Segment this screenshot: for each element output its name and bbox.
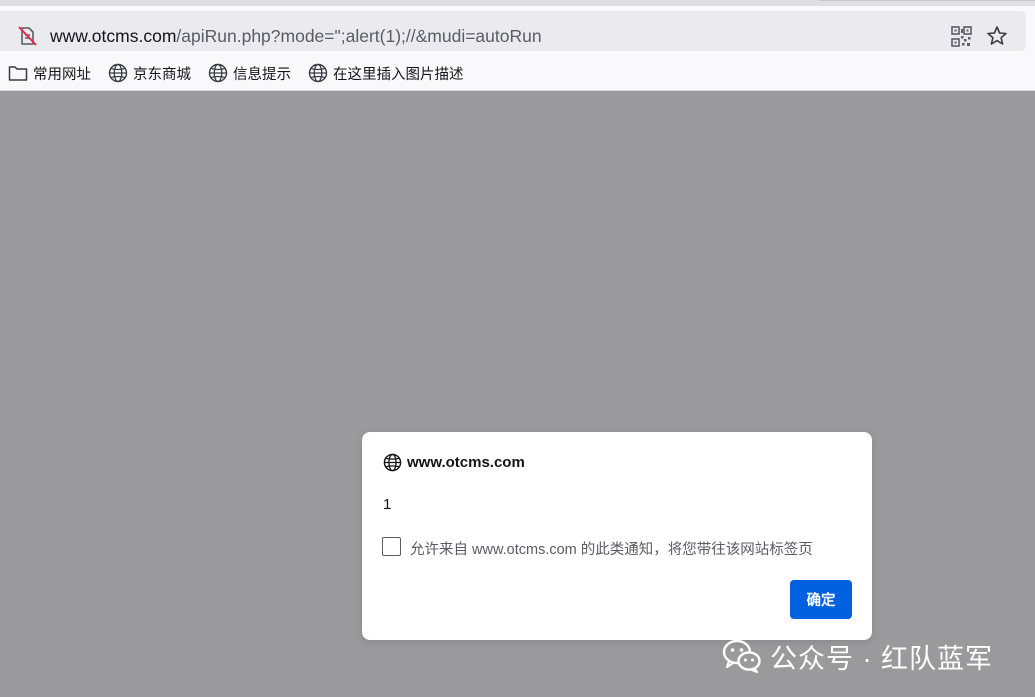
url-path: /apiRun.php?mode=";alert(1);//&mudi=auto… [176, 26, 542, 46]
watermark: 公众号 · 红队蓝军 [722, 636, 993, 676]
globe-icon [383, 453, 402, 472]
insecure-connection-icon[interactable] [16, 25, 38, 47]
bookmark-star-icon[interactable] [985, 24, 1009, 48]
bookmark-folder-common[interactable]: 常用网址 [8, 63, 91, 83]
bookmark-jd[interactable]: 京东商城 [108, 63, 191, 83]
bookmark-image-desc[interactable]: 在这里插入图片描述 [308, 63, 464, 83]
watermark-text: 公众号 · 红队蓝军 [770, 643, 993, 674]
dialog-message: 1 [383, 496, 392, 513]
navigation-toolbar: www.otcms.com/apiRun.php?mode=";alert(1)… [0, 6, 1035, 56]
tab-edge [820, 0, 1035, 1]
allow-notification-checkbox[interactable] [382, 537, 401, 556]
wechat-icon [722, 639, 761, 673]
alert-dialog: www.otcms.com 1 允许来自 www.otcms.com 的此类通知… [362, 432, 872, 640]
dialog-host: www.otcms.com [407, 454, 525, 471]
allow-notification-label[interactable]: 允许来自 www.otcms.com 的此类通知，将您带往该网站标签页 [410, 538, 813, 559]
bookmark-label: 信息提示 [233, 66, 291, 83]
bookmark-label: 在这里插入图片描述 [333, 66, 464, 83]
bookmarks-bar: 常用网址 京东商城 信息提示 在这里插入图片描述 [0, 56, 1035, 91]
url-bar[interactable]: www.otcms.com/apiRun.php?mode=";alert(1)… [0, 11, 1026, 51]
bookmark-label: 京东商城 [133, 66, 191, 83]
url-host: www.otcms.com [50, 26, 177, 46]
ok-button[interactable]: 确定 [790, 580, 852, 619]
bookmark-label: 常用网址 [33, 66, 91, 83]
globe-icon [208, 63, 228, 83]
bookmark-info[interactable]: 信息提示 [208, 63, 291, 83]
folder-icon [8, 66, 28, 81]
url-text[interactable]: www.otcms.com/apiRun.php?mode=";alert(1)… [50, 26, 542, 47]
qr-code-icon[interactable] [951, 26, 972, 47]
globe-icon [108, 63, 128, 83]
globe-icon [308, 63, 328, 83]
